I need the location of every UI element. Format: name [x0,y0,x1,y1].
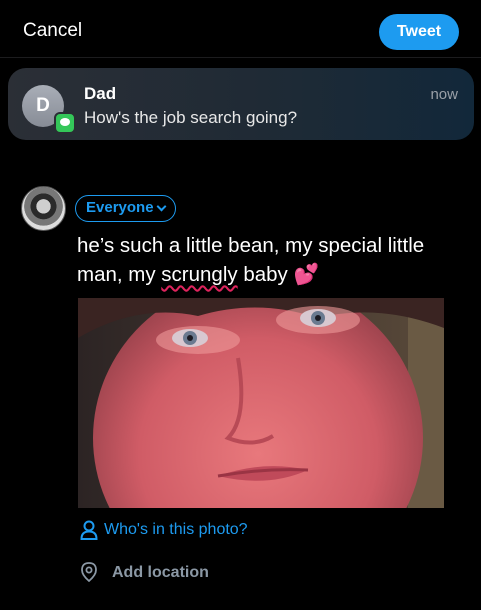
person-icon [80,520,98,540]
notification-message: How's the job search going? [84,108,298,127]
messages-app-icon [54,112,76,134]
tweet-text-part: baby 💕 [237,263,320,286]
cancel-button[interactable]: Cancel [23,20,82,42]
attached-photo[interactable] [78,298,444,508]
compose-header: Cancel Tweet [0,0,481,58]
message-notification-banner[interactable]: D Dad How's the job search going? now [8,68,474,140]
notification-sender: Dad [84,84,117,103]
misspelled-word[interactable]: scrungly [161,263,237,286]
audience-label: Everyone [86,199,154,216]
tweet-text-input[interactable]: he’s such a little bean, my special litt… [77,231,467,289]
add-location-label: Add location [112,564,209,581]
location-pin-icon [81,562,97,582]
attached-photo-image [78,298,444,508]
tag-people-label: Who's in this photo? [104,521,248,538]
chevron-down-icon [156,201,166,212]
tweet-button[interactable]: Tweet [379,14,459,50]
audience-selector-button[interactable]: Everyone [75,195,176,222]
notification-time: now [430,86,458,103]
avatar[interactable] [21,186,66,231]
